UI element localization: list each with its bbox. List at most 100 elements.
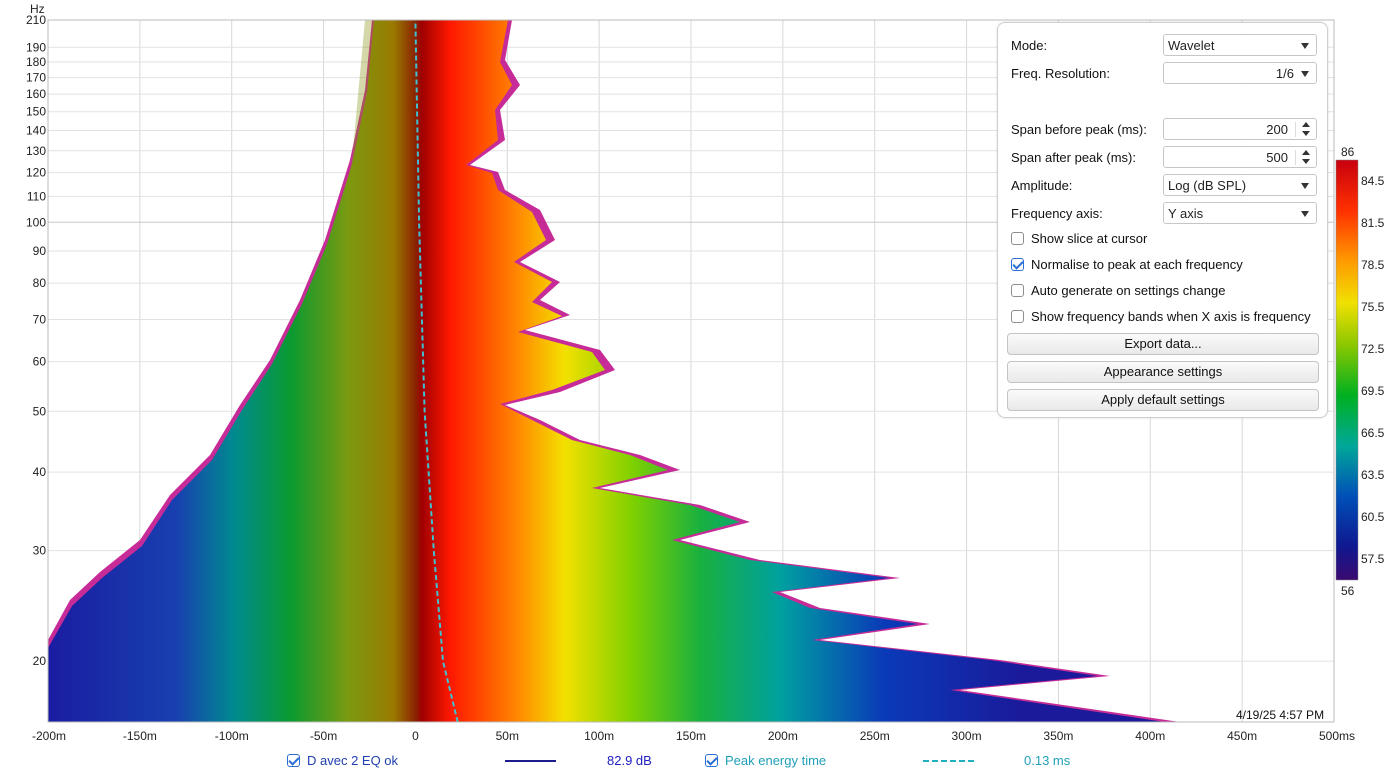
measurement-line-swatch: [505, 760, 556, 762]
frequency-axis-select[interactable]: Y axis: [1163, 202, 1317, 224]
y-tick-label: 130: [26, 144, 46, 158]
chevron-down-icon: [1301, 211, 1309, 217]
color-scale-tick-label: 66.5: [1361, 426, 1385, 440]
legend-measurement[interactable]: D avec 2 EQ ok 82.9 dB: [287, 753, 652, 771]
y-tick-label: 70: [33, 313, 47, 327]
stepper-arrows-icon[interactable]: [1302, 150, 1311, 164]
x-tick-label: 500ms: [1319, 729, 1355, 743]
freq-resolution-row: Freq. Resolution: 1/6: [1011, 62, 1317, 84]
chevron-down-icon: [1301, 71, 1309, 77]
normalise-label: Normalise to peak at each frequency: [1031, 257, 1243, 272]
x-axis-ticks: -200m -150m -100m -50m 0 50m 100m 150m 200m 250m 3…: [32, 729, 1355, 743]
color-scale-tick-label: 60.5: [1361, 510, 1385, 524]
color-scale-max-label: 86: [1341, 145, 1355, 159]
legend-peak-energy[interactable]: Peak energy time 0.13 ms: [705, 753, 1085, 771]
x-tick-label: 0: [412, 729, 419, 743]
y-tick-label: 170: [26, 71, 46, 85]
mode-label: Mode:: [1011, 38, 1048, 53]
color-scale-tick-label: 63.5: [1361, 468, 1385, 482]
y-tick-label: 180: [26, 55, 46, 69]
mode-select[interactable]: Wavelet: [1163, 34, 1317, 56]
freq-resolution-select[interactable]: 1/6: [1163, 62, 1317, 84]
x-tick-label: 250m: [860, 729, 890, 743]
y-tick-label: 50: [33, 404, 47, 418]
color-scale-bar: [1335, 159, 1359, 581]
x-tick-label: 100m: [584, 729, 614, 743]
amplitude-value: Log (dB SPL): [1168, 178, 1247, 193]
apply-default-settings-button[interactable]: Apply default settings: [1007, 389, 1319, 411]
freq-resolution-value: 1/6: [1275, 66, 1294, 81]
y-tick-label: 150: [26, 105, 46, 119]
x-tick-label: 150m: [676, 729, 706, 743]
stepper-arrows-icon[interactable]: [1302, 122, 1311, 136]
y-tick-label: 80: [33, 276, 47, 290]
checkbox-checked-icon[interactable]: [705, 754, 718, 767]
y-axis-ticks: 20 30 40 50 60 70 80 90 100 110 120 130 140 150 160 170…: [26, 13, 46, 668]
y-tick-label: 20: [33, 654, 47, 668]
x-tick-label: 50m: [496, 729, 519, 743]
y-tick-label: 60: [33, 355, 47, 369]
color-scale-tick-label: 84.5: [1361, 174, 1385, 188]
y-tick-label: 90: [33, 244, 47, 258]
span-after-row: Span after peak (ms): 500: [1011, 146, 1317, 168]
amplitude-row: Amplitude: Log (dB SPL): [1011, 174, 1317, 196]
x-tick-label: 300m: [952, 729, 982, 743]
x-tick-label: -50m: [310, 729, 337, 743]
checkbox-icon[interactable]: [1011, 284, 1024, 297]
peak-energy-line-swatch: [923, 760, 974, 762]
color-scale-tick-label: 69.5: [1361, 384, 1385, 398]
color-scale-min-label: 56: [1341, 584, 1355, 598]
frequency-axis-row: Frequency axis: Y axis: [1011, 202, 1317, 224]
span-after-stepper[interactable]: 500: [1163, 146, 1317, 168]
span-before-value: 200: [1266, 122, 1288, 137]
export-data-button[interactable]: Export data...: [1007, 333, 1319, 355]
auto-generate-label: Auto generate on settings change: [1031, 283, 1226, 298]
y-tick-label: 40: [33, 465, 47, 479]
measurement-name: D avec 2 EQ ok: [307, 753, 399, 768]
show-slice-label: Show slice at cursor: [1031, 231, 1148, 246]
measurement-timestamp: 4/19/25 4:57 PM: [1236, 708, 1325, 722]
spectrogram-settings-panel: Mode: Wavelet Freq. Resolution: 1/6 Span…: [997, 22, 1328, 418]
x-tick-label: -150m: [123, 729, 157, 743]
checkbox-icon[interactable]: [1011, 232, 1024, 245]
color-scale-tick-label: 75.5: [1361, 300, 1385, 314]
y-tick-label: 120: [26, 166, 46, 180]
y-axis-unit-label: Hz: [30, 2, 45, 16]
span-after-value: 500: [1266, 150, 1288, 165]
color-scale-tick-label: 81.5: [1361, 216, 1385, 230]
measurement-value: 82.9 dB: [607, 753, 652, 768]
amplitude-label: Amplitude:: [1011, 178, 1073, 193]
mode-row: Mode: Wavelet: [1011, 34, 1317, 56]
mode-value: Wavelet: [1168, 38, 1215, 53]
freq-resolution-label: Freq. Resolution:: [1011, 66, 1110, 81]
chevron-down-icon: [1301, 183, 1309, 189]
peak-energy-value: 0.13 ms: [1024, 753, 1071, 768]
peak-energy-name: Peak energy time: [725, 753, 827, 768]
y-tick-label: 100: [26, 215, 46, 229]
color-scale-ticks: 84.5 81.5 78.5 75.5 72.5 69.5 66.5 63.5 60.5 57.5: [1361, 174, 1385, 566]
span-before-row: Span before peak (ms): 200: [1011, 118, 1317, 140]
checkbox-icon[interactable]: [1011, 310, 1024, 323]
x-tick-label: 450m: [1227, 729, 1257, 743]
appearance-settings-button[interactable]: Appearance settings: [1007, 361, 1319, 383]
y-tick-label: 30: [33, 544, 47, 558]
y-tick-label: 190: [26, 40, 46, 54]
frequency-axis-label: Frequency axis:: [1011, 206, 1103, 221]
span-before-stepper[interactable]: 200: [1163, 118, 1317, 140]
amplitude-select[interactable]: Log (dB SPL): [1163, 174, 1317, 196]
span-after-label: Span after peak (ms):: [1011, 150, 1136, 165]
y-tick-label: 110: [27, 189, 46, 203]
y-tick-label: 140: [26, 124, 46, 138]
x-tick-label: -100m: [215, 729, 249, 743]
y-tick-label: 160: [26, 87, 46, 101]
color-scale-tick-label: 72.5: [1361, 342, 1385, 356]
x-tick-label: 200m: [768, 729, 798, 743]
chevron-down-icon: [1301, 43, 1309, 49]
frequency-axis-value: Y axis: [1168, 206, 1204, 221]
checkbox-checked-icon[interactable]: [1011, 258, 1024, 271]
x-tick-label: -200m: [32, 729, 66, 743]
checkbox-checked-icon[interactable]: [287, 754, 300, 767]
x-tick-label: 400m: [1135, 729, 1165, 743]
color-scale-tick-label: 57.5: [1361, 552, 1385, 566]
show-frequency-bands-label: Show frequency bands when X axis is freq…: [1031, 309, 1311, 324]
